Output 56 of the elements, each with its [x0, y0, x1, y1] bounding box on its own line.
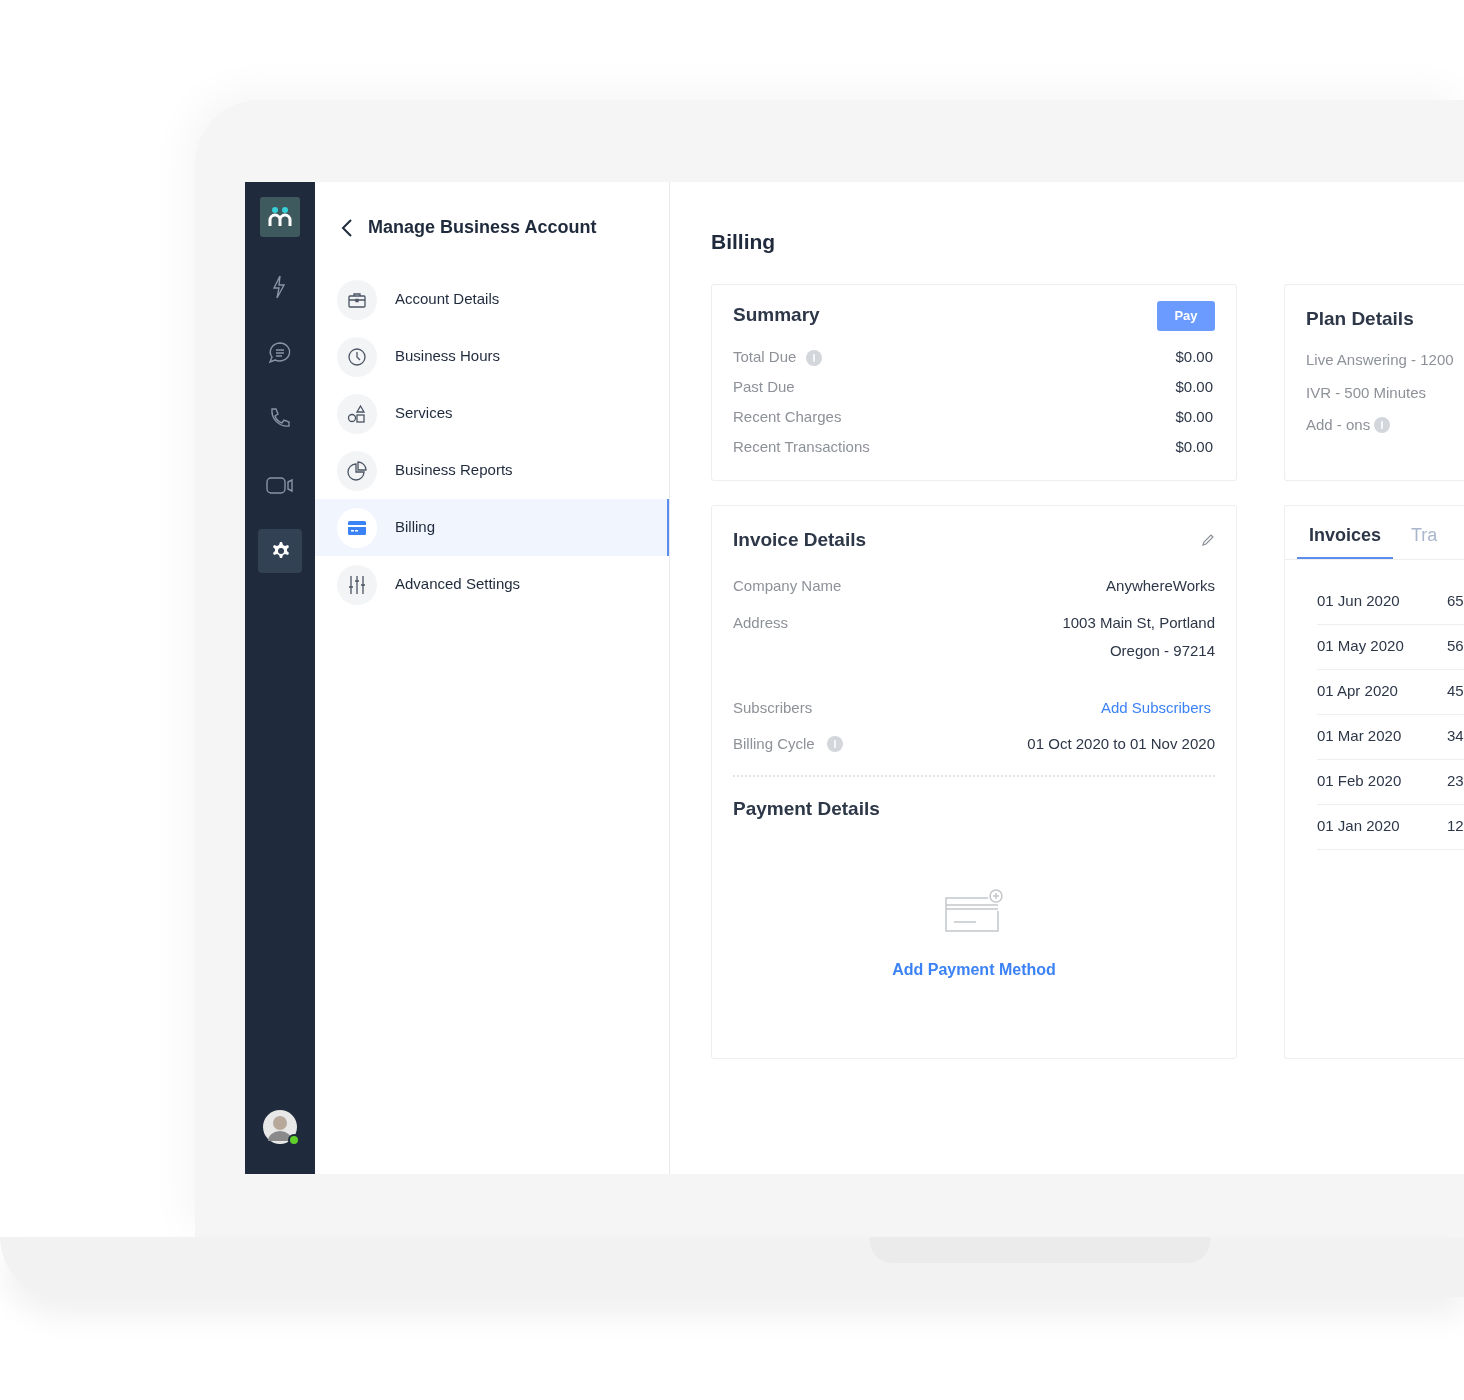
table-cell-text: 23 — [1447, 771, 1464, 792]
invoice-date: 01 Apr 2020 — [1317, 681, 1399, 702]
table-cell-text: 56 — [1447, 636, 1464, 657]
clock-icon — [347, 346, 367, 367]
invoice-date: 01 Jun 2020 — [1317, 591, 1401, 612]
field-label: Recent Charges — [733, 407, 842, 428]
back-icon[interactable] — [340, 217, 354, 238]
field-label: Company Name — [733, 576, 842, 596]
card-title: Summary — [733, 303, 820, 328]
table-cell-text: 65 — [1447, 591, 1464, 612]
nav-item[interactable]: Account Details — [315, 271, 669, 328]
field-label: Past Due — [733, 377, 795, 398]
invoice-date: 01 Feb 2020 — [1317, 771, 1403, 792]
nav-item[interactable]: Business Reports — [315, 442, 669, 499]
rail-button[interactable] — [258, 529, 302, 573]
card-add-icon — [944, 889, 1004, 933]
nav-item[interactable]: Billing — [315, 499, 669, 556]
table-cell-text: 34 — [1447, 726, 1464, 747]
sliders-icon — [347, 574, 367, 595]
shapes-icon — [347, 403, 367, 424]
plan-item: Live Answering - 1200 — [1306, 350, 1454, 370]
plan-item: Add - ons — [1306, 415, 1371, 435]
edit-icon[interactable] — [1201, 532, 1215, 547]
page-title: Billing — [711, 229, 777, 255]
card-title: Invoice Details — [733, 527, 867, 552]
add-payment-method-link[interactable]: Add Payment Method — [892, 958, 1056, 982]
field-label: Recent Transactions — [733, 437, 870, 458]
invoice-date: 01 Mar 2020 — [1317, 726, 1403, 747]
field-value: 1003 Main St, Portland — [1062, 612, 1215, 633]
field-value: $0.00 — [1175, 347, 1214, 368]
table-cell-text: 45 — [1447, 681, 1464, 702]
field-label: Subscribers — [733, 697, 813, 718]
invoice-date: 01 Jan 2020 — [1317, 816, 1401, 837]
field-label: Total Due — [733, 347, 797, 368]
panel-title: Manage Business Account — [368, 216, 597, 239]
section-title: Payment Details — [733, 796, 881, 821]
field-value: AnywhereWorks — [1106, 576, 1215, 596]
plan-item: IVR - 500 Minutes — [1306, 382, 1427, 403]
table-cell-text: 12 — [1447, 816, 1464, 837]
nav-item[interactable]: Advanced Settings — [315, 556, 669, 613]
field-value: 01 Oct 2020 to 01 Nov 2020 — [1027, 734, 1215, 754]
pie-chart-icon — [347, 460, 367, 481]
user-avatar[interactable] — [263, 1110, 297, 1144]
field-label: Address — [733, 612, 789, 633]
field-value: $0.00 — [1175, 407, 1214, 428]
invoice-date: 01 May 2020 — [1317, 636, 1405, 657]
nav-item[interactable]: Business Hours — [315, 328, 669, 385]
field-value: $0.00 — [1175, 437, 1214, 458]
nav-item[interactable]: Services — [315, 385, 669, 442]
field-label: Billing Cycle — [733, 734, 815, 754]
card-title: Plan Details — [1306, 306, 1415, 331]
add-subscribers-link[interactable]: Add Subscribers — [1100, 696, 1215, 719]
field-value: $0.00 — [1175, 377, 1214, 398]
field-value: Oregon - 97214 — [1109, 641, 1215, 661]
app-logo — [260, 197, 300, 237]
tab[interactable]: Invoices — [1297, 517, 1394, 559]
